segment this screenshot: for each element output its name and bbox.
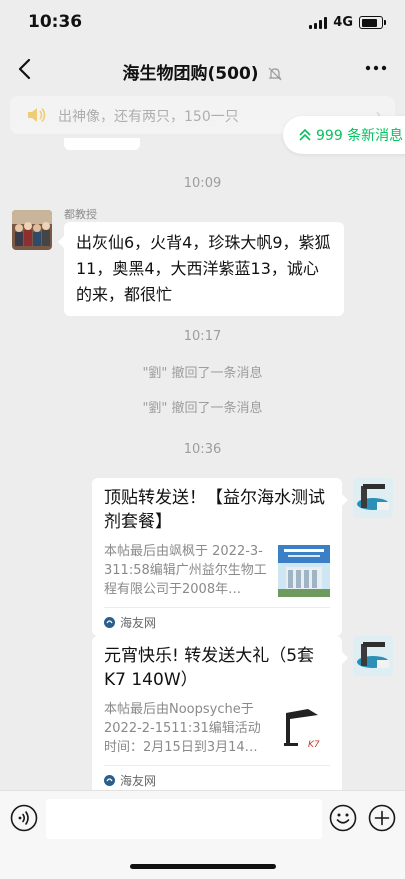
new-messages-label: 999 条新消息 (316, 128, 404, 144)
more-icon (365, 65, 387, 71)
battery-icon (359, 16, 386, 29)
card-title: 元宵快乐! 转发送大礼（5套K7 140W） (104, 646, 315, 690)
source-icon (104, 774, 115, 786)
new-messages-button[interactable]: 999 条新消息 (283, 116, 405, 154)
speaker-icon (28, 108, 46, 122)
emoji-icon (329, 804, 357, 832)
plus-button[interactable] (368, 804, 396, 836)
link-card[interactable]: 顶贴转发送！【益尔海水测试剂套餐】 本帖最后由飒枫于 2022-3-311:58… (92, 478, 348, 636)
timestamp: 10:09 (183, 176, 222, 191)
avatar-image (353, 478, 393, 518)
card-thumbnail (278, 545, 330, 597)
nav-bar: 海生物团购(500) (0, 46, 405, 92)
chat-name: 海生物团购 (122, 64, 208, 84)
network-label: 4G (333, 15, 353, 30)
avatar-image (353, 636, 393, 676)
message-bubble[interactable]: 出灰仙6，火背4，珍珠大帆9，紫狐11，奥黑4，大西洋紫蓝13，诚心的来，都很忙 (58, 222, 344, 316)
card-description: 本帖最后由Noopsyche于2022-2-1511:31编辑活动时间：2月15… (104, 702, 261, 755)
card-source-name: 海友网 (120, 773, 157, 788)
link-card[interactable]: 元宵快乐! 转发送大礼（5套K7 140W） 本帖最后由Noopsyche于20… (92, 636, 348, 794)
card-body: 本帖最后由飒枫于 2022-3-311:58编辑广州益尔生物工程有限公司于200… (104, 542, 330, 599)
pinned-message-text: 出神像，还有两只，150一只 (58, 109, 239, 125)
plus-icon (368, 804, 396, 832)
message-bubble-partial (64, 138, 140, 150)
avatar[interactable] (12, 210, 52, 250)
svg-text:K7: K7 (308, 740, 320, 750)
source-icon (104, 616, 115, 628)
timestamp: 10:36 (183, 442, 222, 457)
card-title: 顶贴转发送！【益尔海水测试剂套餐】 (104, 488, 325, 532)
status-time: 10:36 (28, 12, 83, 32)
member-count: (500) (207, 64, 259, 84)
card-body: 本帖最后由Noopsyche于2022-2-1511:31编辑活动时间：2月15… (104, 700, 330, 757)
avatar[interactable] (353, 478, 393, 518)
card-thumbnail: K7 (278, 703, 330, 755)
home-indicator (130, 864, 276, 869)
voice-icon (10, 804, 38, 832)
message-input[interactable] (46, 799, 322, 839)
message-text: 出灰仙6，火背4，珍珠大帆9，紫狐11，奥黑4，大西洋紫蓝13，诚心的来，都很忙 (76, 233, 331, 304)
mute-icon (269, 67, 282, 81)
status-indicators: 4G (309, 15, 386, 30)
avatar-image (12, 210, 52, 250)
chat-title: 海生物团购(500) (0, 59, 405, 84)
card-source-name: 海友网 (120, 615, 157, 630)
recall-notice: "劉" 撤回了一条消息 (142, 366, 263, 381)
voice-button[interactable] (10, 804, 38, 836)
more-button[interactable] (365, 58, 387, 78)
recall-notice: "劉" 撤回了一条消息 (142, 401, 263, 416)
card-description: 本帖最后由飒枫于 2022-3-311:58编辑广州益尔生物工程有限公司于200… (104, 544, 267, 597)
double-chevron-up-icon (299, 128, 311, 141)
signal-icon (309, 16, 328, 29)
card-source: 海友网 (104, 607, 330, 636)
avatar[interactable] (353, 636, 393, 676)
status-bar: 10:36 4G (0, 0, 405, 46)
timestamp: 10:17 (183, 329, 222, 344)
emoji-button[interactable] (329, 804, 357, 836)
sender-name: 都教授 (64, 208, 97, 221)
